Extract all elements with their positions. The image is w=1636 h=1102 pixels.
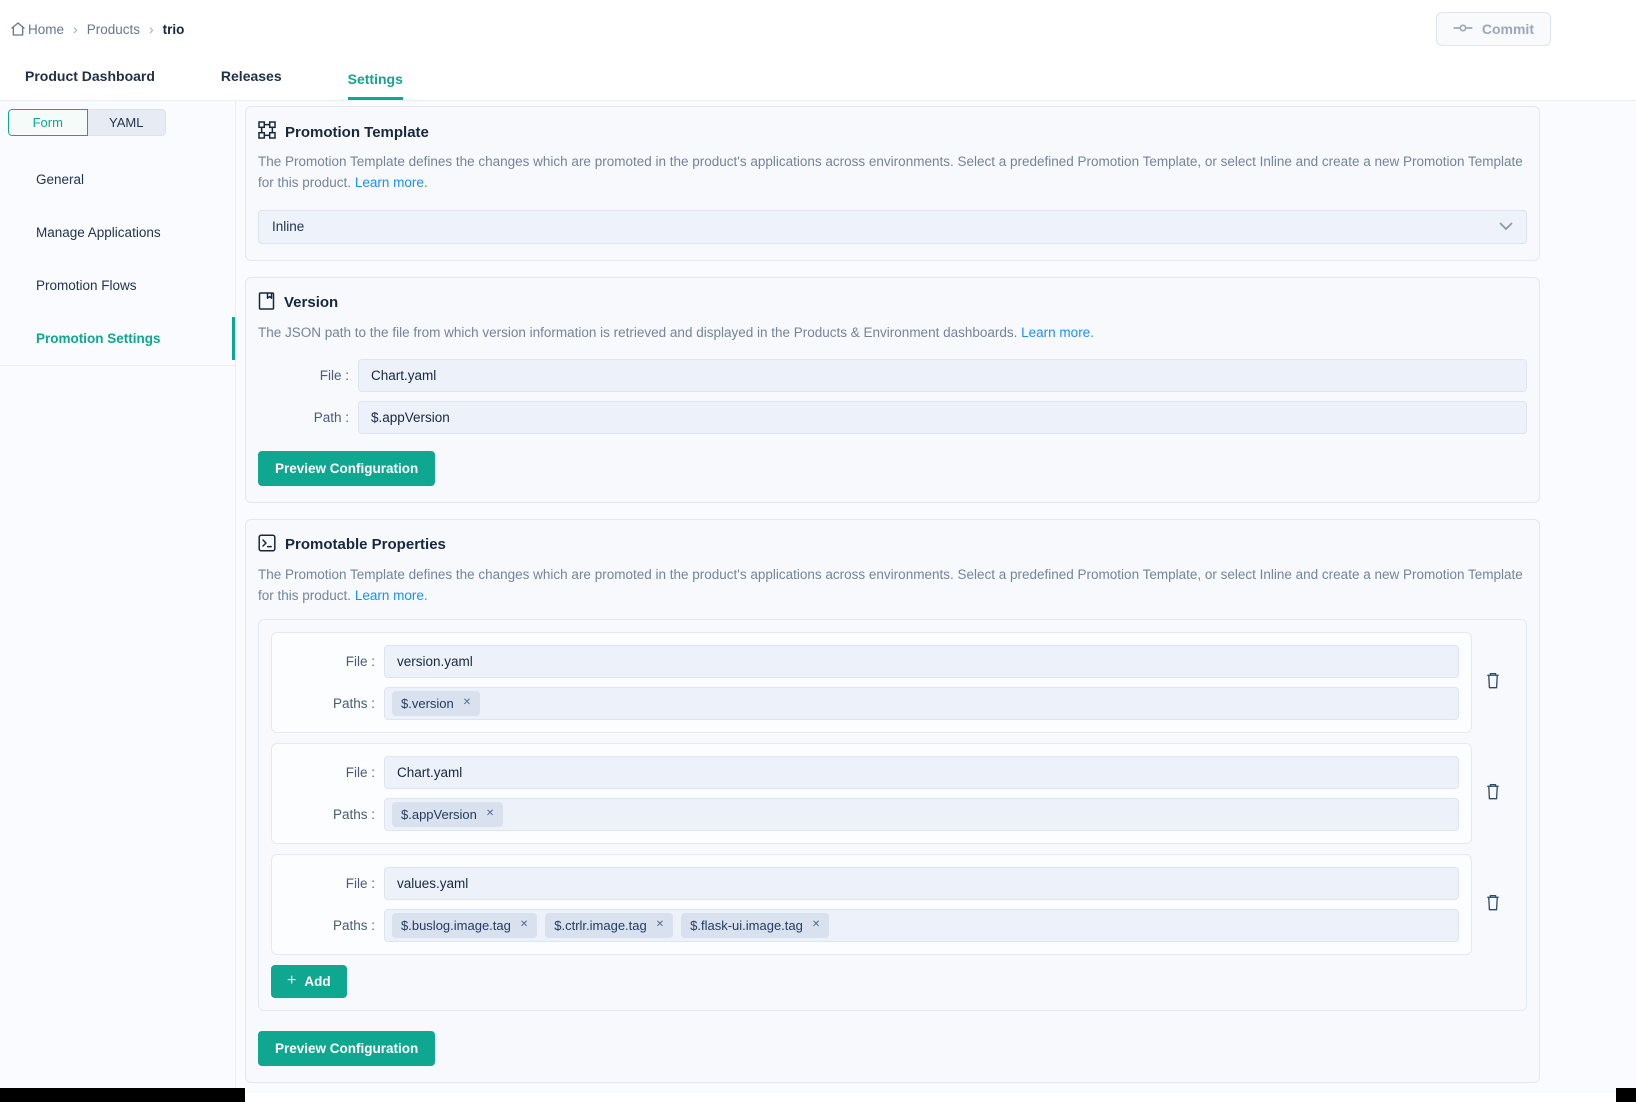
close-icon[interactable]: ✕ [486, 809, 494, 819]
delete-property-button[interactable] [1472, 672, 1514, 692]
promotion-template-title: Promotion Template [258, 121, 1527, 143]
trash-icon [1485, 672, 1501, 692]
property-file-input[interactable] [384, 645, 1459, 678]
add-property-button[interactable]: + Add [271, 965, 347, 998]
tab-settings[interactable]: Settings [348, 59, 403, 100]
delete-property-button[interactable] [1472, 894, 1514, 914]
toggle-yaml[interactable]: YAML [88, 109, 167, 136]
breadcrumb-separator-icon: › [149, 21, 154, 37]
trash-icon [1485, 894, 1501, 914]
trash-icon [1485, 783, 1501, 803]
property-paths-input[interactable]: $.buslog.image.tag✕ $.ctrlr.image.tag✕ $… [384, 909, 1459, 942]
breadcrumb: Home › Products › trio [10, 21, 184, 37]
bottom-left-black-bar [0, 1088, 245, 1102]
property-paths-input[interactable]: $.appVersion✕ [384, 798, 1459, 831]
property-row: File : Paths : $.appVersion✕ [271, 743, 1514, 844]
toggle-form[interactable]: Form [8, 109, 88, 136]
tab-product-dashboard[interactable]: Product Dashboard [25, 56, 155, 100]
property-row: File : Paths : $.buslog.image.tag✕ $.ctr… [271, 854, 1514, 955]
property-row-card: File : Paths : $.version✕ [271, 632, 1472, 733]
version-description: The JSON path to the file from which ver… [258, 322, 1527, 343]
path-tag: $.version✕ [392, 691, 480, 716]
version-file-input[interactable] [358, 359, 1527, 392]
close-icon[interactable]: ✕ [520, 920, 528, 930]
close-icon[interactable]: ✕ [812, 920, 820, 930]
plus-icon: + [287, 973, 296, 989]
preview-configuration-button[interactable]: Preview Configuration [258, 451, 435, 486]
learn-more-link[interactable]: Learn more. [355, 588, 428, 603]
sidebar-item-general[interactable]: General [0, 153, 235, 206]
close-icon[interactable]: ✕ [656, 920, 664, 930]
template-squares-icon [258, 121, 276, 143]
sidebar-item-promotion-flows[interactable]: Promotion Flows [0, 259, 235, 312]
property-file-input[interactable] [384, 756, 1459, 789]
promotable-properties-card: Promotable Properties The Promotion Temp… [245, 519, 1540, 1083]
property-row: File : Paths : $.version✕ [271, 632, 1514, 733]
property-paths-label: Paths : [284, 696, 384, 711]
property-row-card: File : Paths : $.buslog.image.tag✕ $.ctr… [271, 854, 1472, 955]
promotable-properties-description: The Promotion Template defines the chang… [258, 564, 1527, 607]
form-yaml-toggle: Form YAML [8, 109, 166, 136]
preview-configuration-button[interactable]: Preview Configuration [258, 1031, 435, 1066]
version-file-label: File : [258, 368, 358, 383]
property-file-label: File : [284, 654, 384, 669]
sidebar-item-manage-applications[interactable]: Manage Applications [0, 206, 235, 259]
commit-button[interactable]: Commit [1436, 12, 1551, 46]
property-file-input[interactable] [384, 867, 1459, 900]
promotable-properties-title: Promotable Properties [258, 534, 1527, 556]
path-tag: $.buslog.image.tag✕ [392, 913, 537, 938]
selected-template-value: Inline [272, 219, 304, 234]
promotable-properties-list: File : Paths : $.version✕ [258, 619, 1527, 1011]
version-path-label: Path : [258, 410, 358, 425]
terminal-icon [258, 534, 276, 556]
settings-content: Promotion Template The Promotion Templat… [236, 101, 1636, 1093]
breadcrumb-home[interactable]: Home [10, 21, 64, 37]
close-icon[interactable]: ✕ [463, 698, 471, 708]
promotion-template-description: The Promotion Template defines the chang… [258, 151, 1527, 194]
property-file-label: File : [284, 876, 384, 891]
version-card: Version The JSON path to the file from w… [245, 277, 1540, 503]
property-paths-input[interactable]: $.version✕ [384, 687, 1459, 720]
learn-more-link[interactable]: Learn more. [1021, 325, 1094, 340]
version-file-icon [258, 292, 275, 314]
settings-sidebar: Form YAML General Manage Applications Pr… [0, 101, 236, 1093]
path-tag: $.ctrlr.image.tag✕ [545, 913, 673, 938]
property-row-card: File : Paths : $.appVersion✕ [271, 743, 1472, 844]
property-file-label: File : [284, 765, 384, 780]
sidebar-item-promotion-settings[interactable]: Promotion Settings [0, 312, 235, 365]
bottom-right-black-bar [1616, 1088, 1636, 1102]
path-tag: $.flask-ui.image.tag✕ [681, 913, 829, 938]
version-title: Version [258, 292, 1527, 314]
sidebar-nav: General Manage Applications Promotion Fl… [0, 153, 235, 366]
breadcrumb-separator-icon: › [73, 21, 78, 37]
learn-more-link[interactable]: Learn more. [355, 175, 428, 190]
top-header: Home › Products › trio Commit [0, 0, 1636, 58]
home-icon [10, 21, 26, 37]
property-paths-label: Paths : [284, 918, 384, 933]
breadcrumb-current-product: trio [163, 22, 185, 37]
version-path-input[interactable] [358, 401, 1527, 434]
path-tag: $.appVersion✕ [392, 802, 503, 827]
product-tabs: Product Dashboard Releases Settings [0, 58, 1636, 101]
promotion-template-card: Promotion Template The Promotion Templat… [245, 106, 1540, 261]
delete-property-button[interactable] [1472, 783, 1514, 803]
breadcrumb-products[interactable]: Products [87, 22, 140, 37]
tab-releases[interactable]: Releases [221, 56, 282, 100]
promotion-template-select[interactable]: Inline [258, 210, 1527, 244]
git-commit-icon [1453, 21, 1473, 38]
chevron-down-icon [1499, 219, 1513, 234]
property-paths-label: Paths : [284, 807, 384, 822]
